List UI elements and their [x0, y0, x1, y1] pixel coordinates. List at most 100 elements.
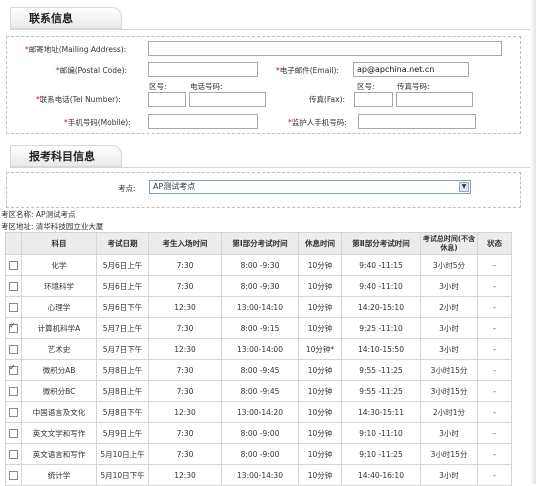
cell-part1-time: 8:00 -9:00	[221, 422, 299, 444]
subject-checkbox[interactable]	[9, 321, 18, 333]
cell-subject: 英文语言和写作	[21, 443, 97, 465]
cell-subject: 中国语言及文化	[21, 401, 97, 423]
row-checkbox-cell	[5, 317, 22, 339]
tel-number-input[interactable]	[189, 92, 266, 107]
address-label: *邮寄地址(Mailing Address):	[25, 45, 127, 54]
cell-part2-time: 9:40 -11:15	[341, 254, 421, 276]
site-label: 考点:	[118, 184, 136, 193]
cell-total-time: 3小时	[420, 317, 478, 339]
cell-entry-time: 7:30	[148, 359, 222, 381]
header-part2-time: 第Ⅱ部分考试时间	[341, 232, 421, 255]
email-input[interactable]: ap@apchina.net.cn	[353, 62, 469, 77]
guardian-mobile-label: *监护人手机号码:	[288, 118, 347, 127]
subject-checkbox[interactable]	[9, 428, 18, 438]
cell-part1-time: 8:00 -9:00	[221, 443, 299, 465]
row-checkbox-cell	[5, 443, 22, 465]
cell-break: 10分钟	[298, 422, 342, 444]
cell-date: 5月8日上午	[96, 380, 149, 402]
header-part1-time: 第Ⅰ部分考试时间	[221, 232, 299, 255]
table-row: 微积分AB5月8日上午7:308:00 -9:4510分钟9:55 -11:25…	[5, 359, 512, 381]
table-row: 英文语言和写作 5月10日上午 7:30 8:00 -9:00 10分钟 9:10 -11…	[5, 443, 512, 465]
cell-status: -	[477, 296, 512, 318]
table-row: 统计学 5月10日下午 12:30 13:00-14:30 10分钟 14:40-16:1…	[5, 464, 512, 486]
cell-subject: 微积分BC	[21, 380, 97, 402]
cell-part1-time: 8:00 -9:15	[221, 317, 299, 339]
subject-checkbox[interactable]	[9, 363, 18, 375]
cell-status: -	[477, 338, 512, 360]
cell-part2-time: 14:10-15:50	[341, 338, 421, 360]
subject-checkbox[interactable]	[9, 302, 18, 312]
postal-label: *邮编(Postal Code):	[56, 66, 128, 75]
cell-date: 5月10日下午	[96, 464, 149, 486]
mobile-input[interactable]	[148, 114, 258, 129]
cell-break: 10分钟	[298, 359, 342, 381]
cell-entry-time: 12:30	[148, 296, 222, 318]
header-checkbox	[5, 232, 22, 255]
cell-total-time: 2小时1分	[420, 401, 478, 423]
cell-entry-time: 12:30	[148, 401, 222, 423]
cell-break: 10分钟	[298, 380, 342, 402]
fax-number-input[interactable]	[396, 92, 473, 107]
area-code-label: 区号:	[149, 82, 167, 91]
subject-checkbox[interactable]	[9, 260, 18, 270]
cell-total-time: 3小时15分	[420, 380, 478, 402]
cell-part2-time: 9:55 -11:25	[341, 380, 421, 402]
row-checkbox-cell	[5, 275, 22, 297]
site-name-text: 考区名称: AP测试考点	[1, 210, 76, 219]
cell-break: 10分钟	[298, 443, 342, 465]
cell-date: 5月8日上午	[96, 359, 149, 381]
subject-checkbox[interactable]	[9, 407, 18, 417]
cell-entry-time: 7:30	[148, 254, 222, 276]
cell-entry-time: 7:30	[148, 317, 222, 339]
page-edge-shadow	[530, 0, 536, 484]
postal-input[interactable]	[148, 62, 258, 77]
guardian-mobile-input[interactable]	[358, 114, 476, 129]
cell-part1-time: 13:00-14:30	[221, 464, 299, 486]
exam-section-title: 报考科目信息	[10, 145, 122, 167]
cell-subject: 计算机科学A	[21, 317, 97, 339]
cell-part2-time: 9:40 -11:10	[341, 275, 421, 297]
address-input[interactable]	[148, 41, 502, 56]
cell-break: 10分钟	[298, 254, 342, 276]
cell-date: 5月9日上午	[96, 422, 149, 444]
cell-break: 10分钟*	[298, 338, 342, 360]
table-row: 微积分BC 5月8日上午 7:30 8:00 -9:45 10分钟 9:55 -11:25…	[5, 380, 512, 402]
cell-entry-time: 7:30	[148, 380, 222, 402]
site-address-text: 考区地址: 清华科技园立业大厦	[1, 222, 104, 231]
cell-break: 10分钟	[298, 317, 342, 339]
header-status: 状态	[477, 232, 512, 255]
row-checkbox-cell	[5, 401, 22, 423]
subject-checkbox[interactable]	[9, 470, 18, 480]
cell-entry-time: 7:30	[148, 275, 222, 297]
table-row: 计算机科学A5月7日上午7:308:00 -9:1510分钟9:25 -11:1…	[5, 317, 512, 339]
cell-part1-time: 13:00-14:10	[221, 296, 299, 318]
subject-checkbox[interactable]	[9, 449, 18, 459]
row-checkbox-cell	[5, 359, 22, 381]
cell-subject: 心理学	[21, 296, 97, 318]
fax-area-code-input[interactable]	[354, 92, 393, 107]
cell-entry-time: 12:30	[148, 338, 222, 360]
subject-checkbox[interactable]	[9, 281, 18, 291]
tel-label: *联系电话(Tel Number):	[36, 95, 121, 104]
site-select[interactable]: AP测试考点 ▼	[149, 180, 471, 194]
site-select-value: AP测试考点	[153, 182, 196, 191]
cell-total-time: 3小时	[420, 422, 478, 444]
tel-area-code-input[interactable]	[148, 92, 186, 107]
contact-section-divider	[10, 29, 536, 30]
subject-checkbox[interactable]	[9, 344, 18, 354]
cell-date: 5月6日上午	[96, 254, 149, 276]
cell-total-time: 3小时	[420, 338, 478, 360]
cell-subject: 英文文学和写作	[21, 422, 97, 444]
contact-section-title: 联系信息	[10, 7, 122, 29]
header-entry-time: 考生入场时间	[148, 232, 222, 255]
cell-part2-time: 14:20-15:10	[341, 296, 421, 318]
table-header-row: 科目 考试日期 考生入场时间 第Ⅰ部分考试时间 休息时间 第Ⅱ部分考试时间 考试…	[5, 232, 512, 255]
cell-total-time: 3小时	[420, 275, 478, 297]
fax-number-label: 传真号码:	[397, 82, 430, 91]
subject-checkbox[interactable]	[9, 386, 18, 396]
cell-status: -	[477, 380, 512, 402]
cell-break: 10分钟	[298, 464, 342, 486]
chevron-down-icon[interactable]: ▼	[459, 182, 469, 192]
cell-subject: 微积分AB	[21, 359, 97, 381]
cell-status: -	[477, 275, 512, 297]
